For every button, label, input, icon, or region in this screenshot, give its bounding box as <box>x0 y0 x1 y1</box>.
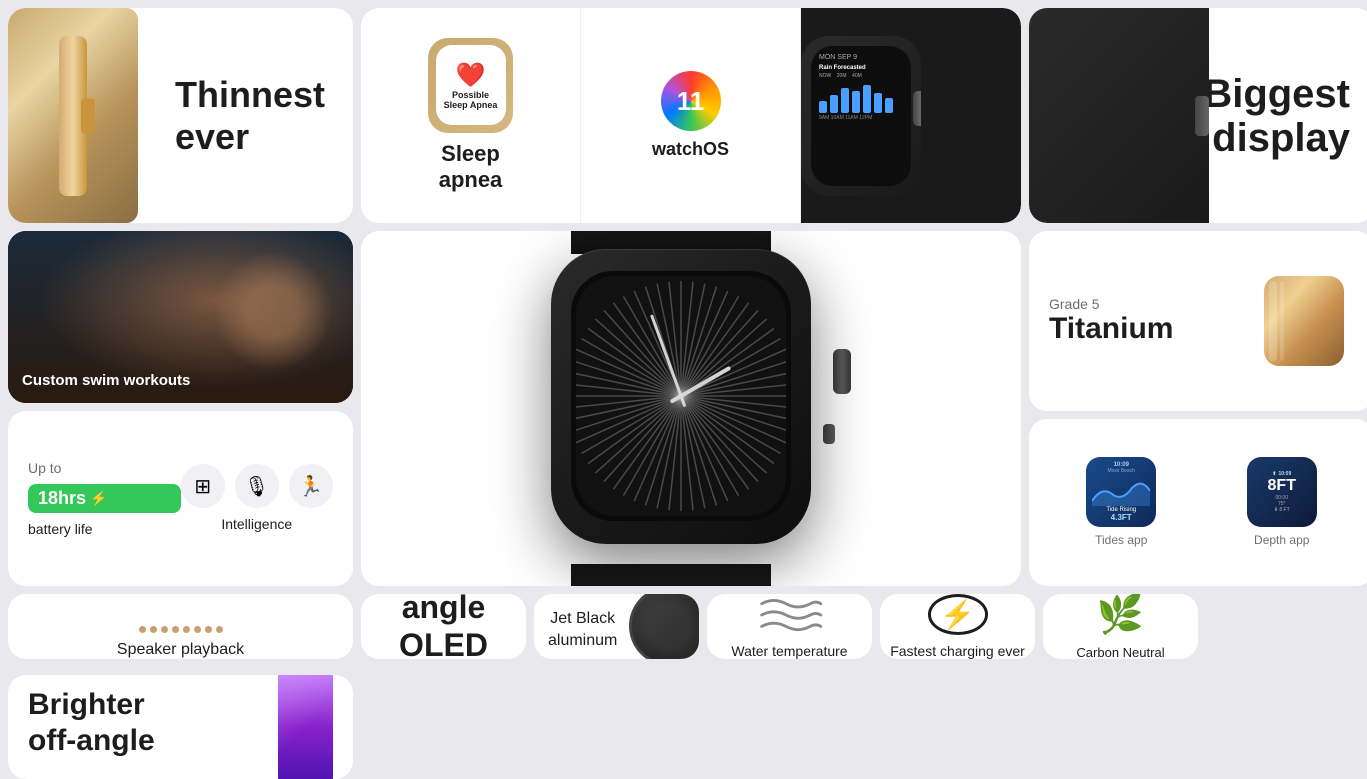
phone-preview <box>223 675 353 779</box>
crown-button <box>1195 96 1209 136</box>
watch-preview-body: MON SEP 9 Rain Forecasted NOW 20M 40M <box>801 36 921 196</box>
depth-number: 8FT <box>1268 477 1296 495</box>
tides-wave-svg <box>1092 476 1150 506</box>
water-temp-label: Water temperature <box>731 643 847 659</box>
side-button <box>823 424 835 444</box>
watch-body <box>551 249 811 544</box>
sleep-watch-screen: ❤️ Possible Sleep Apnea <box>436 45 506 125</box>
depth-watch-image: ⬆10:09 8FT 00:00 75° ⬇ 8 FT <box>1247 457 1317 527</box>
biggest-watch-preview <box>1029 8 1209 223</box>
person-silhouette <box>213 251 333 371</box>
titanium-text-area: Grade 5 Titanium <box>1049 296 1173 346</box>
biggest-display-card: Biggest display <box>1029 8 1367 223</box>
battery-badge: 18hrs ⚡ <box>28 484 181 513</box>
watch-digital-crown <box>833 349 851 394</box>
phone-body <box>278 675 333 779</box>
weather-preview-card: MON SEP 9 Rain Forecasted NOW 20M 40M <box>801 8 1021 223</box>
left-col2: Custom swim workouts Up to 18hrs ⚡ batte… <box>8 231 353 586</box>
watchos-card: 11 watchOS <box>581 8 801 223</box>
tides-watch-image: 10:09 Moss Beach Tide Rising 4.3FT <box>1086 457 1156 527</box>
tides-background: 10:09 Moss Beach Tide Rising 4.3FT <box>1086 457 1156 527</box>
oled-text: Wide-angle OLED display <box>361 594 526 659</box>
battery-info: Up to 18hrs ⚡ battery life <box>28 460 181 537</box>
weather-bars <box>819 83 903 113</box>
heart-icon: ❤️ <box>456 61 486 90</box>
tides-label: Tides app <box>1095 533 1147 547</box>
charging-card: ⚡ Fastest charging ever <box>880 594 1035 659</box>
sleep-apnea-card: ❤️ Possible Sleep Apnea Sleep apnea <box>361 8 581 223</box>
right-col2: Grade 5 Titanium <box>1029 231 1367 586</box>
speaker-dots <box>139 626 223 633</box>
sleep-apnea-label: Sleep apnea <box>439 141 503 194</box>
titanium-watch-image <box>1234 276 1354 366</box>
titanium-card: Grade 5 Titanium <box>1029 231 1367 411</box>
titanium-band-svg <box>1234 276 1354 366</box>
top-middle-card: ❤️ Possible Sleep Apnea Sleep apnea 11 w… <box>361 8 1021 223</box>
leaf-icon: 🌿 <box>1097 594 1144 637</box>
depth-label: Depth app <box>1254 533 1309 547</box>
apps-card: 10:09 Moss Beach Tide Rising 4.3FT Tides… <box>1029 419 1367 587</box>
swim-card: Custom swim workouts <box>8 231 353 403</box>
battery-icon: ⚡ <box>90 490 107 507</box>
watch-screen <box>571 271 791 521</box>
speaker-visual <box>111 594 251 633</box>
watch-side-image <box>8 8 138 223</box>
main-watch <box>531 239 851 579</box>
brighter-card: Brighter off-angle <box>8 675 353 779</box>
grade-label: Grade 5 <box>1049 296 1173 312</box>
tides-app-item: 10:09 Moss Beach Tide Rising 4.3FT Tides… <box>1045 457 1198 547</box>
sleep-screen-text: Possible Sleep Apnea <box>442 90 500 110</box>
up-to-label: Up to <box>28 460 181 476</box>
intelligence-label: Intelligence <box>221 516 292 532</box>
titanium-label: Titanium <box>1049 312 1173 346</box>
oled-card: Wide-angle OLED display <box>361 594 526 659</box>
battery-life-label: battery life <box>28 521 181 537</box>
brighter-text: Brighter off-angle <box>28 687 155 759</box>
speaker-label: Speaker playback <box>117 641 244 659</box>
swim-label: Custom swim workouts <box>22 372 190 389</box>
charging-label: Fastest charging ever <box>890 643 1025 659</box>
charging-bolt-icon: ⚡ <box>928 594 988 635</box>
watchos-label: watchOS <box>652 139 729 160</box>
mic-icon: 🎙 <box>235 464 279 508</box>
biggest-display-text: Biggest display <box>1203 72 1350 160</box>
speaker-card: Speaker playback <box>8 594 353 659</box>
watch-face <box>576 276 786 516</box>
weather-display: MON SEP 9 Rain Forecasted NOW 20M 40M <box>819 54 903 121</box>
watchos-logo: 11 <box>661 71 721 131</box>
carbon-label: Carbon Neutral <box>1076 645 1164 659</box>
depth-app-item: ⬆10:09 8FT 00:00 75° ⬇ 8 FT Depth app <box>1206 457 1359 547</box>
figure-icon: 🏃 <box>289 464 333 508</box>
water-temp-card: Water temperature <box>707 594 872 659</box>
digital-crown-closeup <box>629 594 699 659</box>
thinnest-card: Thinnest ever <box>8 8 353 223</box>
carbon-card: 🌿 Carbon Neutral <box>1043 594 1198 659</box>
jetblack-card: Jet Black aluminum <box>534 594 699 659</box>
thinnest-text: Thinnest ever <box>175 74 325 157</box>
main-watch-card <box>361 231 1021 586</box>
depth-background: ⬆10:09 8FT 00:00 75° ⬇ 8 FT <box>1247 457 1317 527</box>
jetblack-text: Jet Black aluminum <box>548 608 617 653</box>
translate-icon: ⊞ <box>181 464 225 508</box>
sleep-watch-image: ❤️ Possible Sleep Apnea <box>428 38 513 133</box>
watch-side-body <box>59 36 87 196</box>
intelligence-section: ⊞ 🎙 🏃 Intelligence <box>181 464 334 532</box>
watch-crown <box>913 91 921 126</box>
water-temp-svg <box>750 594 830 635</box>
watchos-number: 11 <box>677 86 705 117</box>
intelligence-icons: ⊞ 🎙 🏃 <box>181 464 333 508</box>
watch-rays-svg <box>576 276 786 516</box>
battery-card: Up to 18hrs ⚡ battery life ⊞ 🎙 🏃 Intelli… <box>8 411 353 587</box>
watch-band-bottom <box>571 564 771 587</box>
weather-screen: MON SEP 9 Rain Forecasted NOW 20M 40M <box>811 46 911 186</box>
bottom-row: Brighter off-angle <box>8 594 1367 779</box>
